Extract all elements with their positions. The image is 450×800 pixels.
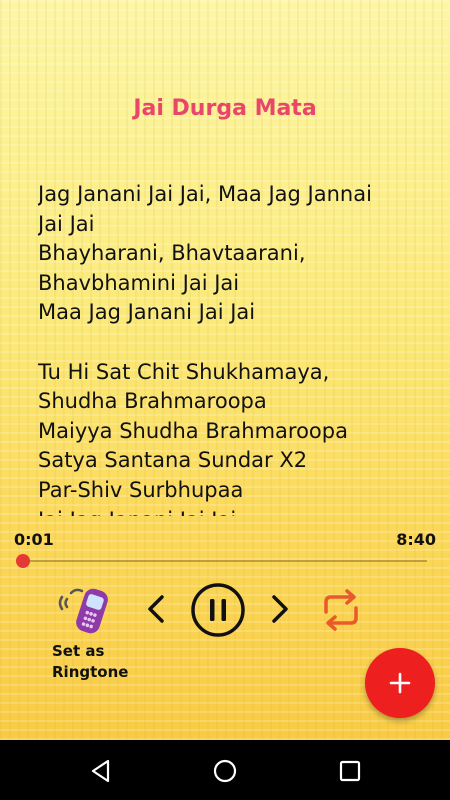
- next-track-button[interactable]: [266, 592, 294, 626]
- previous-track-button[interactable]: [142, 592, 170, 626]
- lyrics-scroll-area[interactable]: Jag Janani Jai Jai, Maa Jag Jannai Jai J…: [38, 180, 443, 516]
- song-title: Jai Durga Mata: [133, 96, 317, 121]
- lyrics-text: Jag Janani Jai Jai, Maa Jag Jannai Jai J…: [38, 182, 372, 516]
- seek-bar[interactable]: [22, 560, 427, 562]
- set-as-ringtone-button[interactable]: Set as Ringtone: [50, 585, 140, 685]
- plus-icon: [389, 672, 411, 694]
- home-circle-icon[interactable]: [212, 758, 238, 784]
- android-navigation-bar: [0, 740, 450, 800]
- add-button[interactable]: [365, 648, 435, 718]
- total-time: 8:40: [396, 530, 436, 549]
- set-as-ringtone-label: Set as Ringtone: [52, 642, 129, 681]
- repeat-button[interactable]: [318, 588, 364, 632]
- phone-ringing-icon: [58, 588, 108, 634]
- seek-thumb[interactable]: [15, 554, 30, 568]
- pause-button[interactable]: [190, 582, 246, 638]
- recents-square-icon[interactable]: [337, 758, 363, 784]
- back-triangle-icon[interactable]: [88, 758, 114, 784]
- current-time: 0:01: [14, 530, 54, 549]
